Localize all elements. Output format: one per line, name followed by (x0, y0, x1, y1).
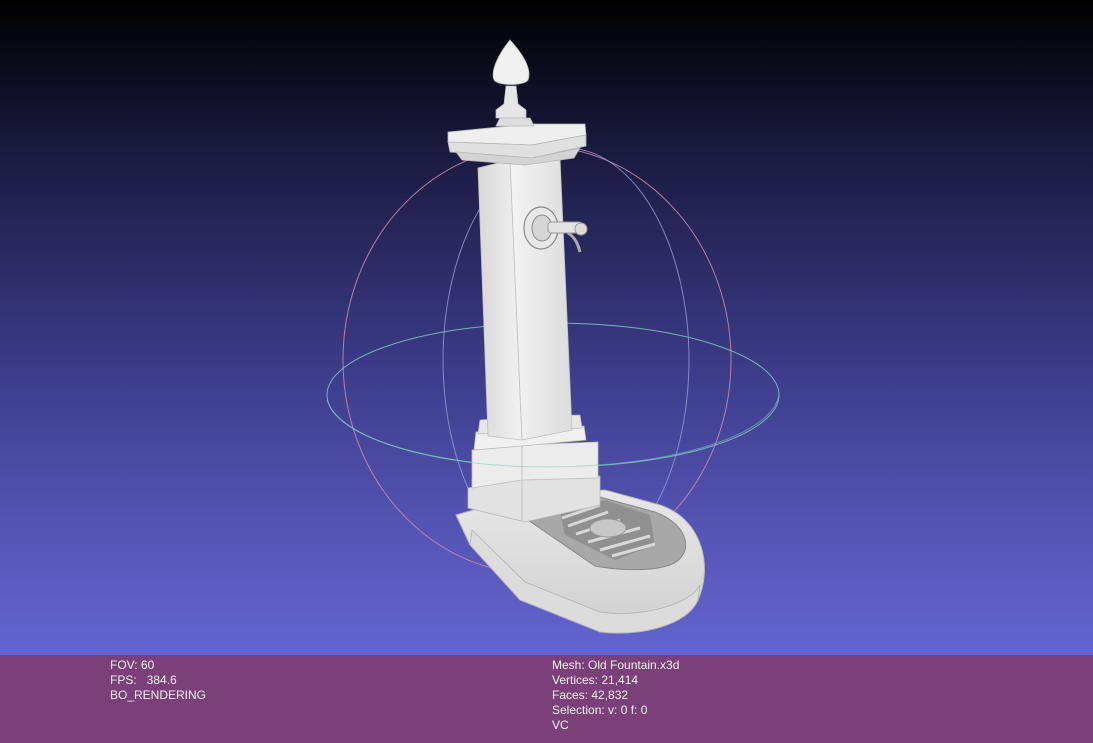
fountain-model (447, 39, 705, 634)
mesh-info: Mesh: Old Fountain.x3d Vertices: 21,414 … (552, 658, 679, 733)
scene (326, 39, 780, 634)
info-bar: FOV: 60 FPS: 384.6 BO_RENDERING Mesh: Ol… (0, 655, 1093, 743)
selection-label: Selection: v: 0 f: 0 (552, 703, 648, 717)
fov-label: FOV: 60 (110, 658, 155, 672)
vertices-label: Vertices: 21,414 (552, 673, 639, 687)
3d-viewport[interactable] (0, 0, 1093, 655)
faces-label: Faces: 42,832 (552, 688, 629, 702)
vc-label: VC (552, 718, 569, 732)
finial (492, 39, 530, 85)
render-info: FOV: 60 FPS: 384.6 BO_RENDERING (110, 658, 206, 703)
mesh-name-label: Mesh: Old Fountain.x3d (552, 658, 680, 672)
drain-cover (589, 518, 627, 538)
fps-label: FPS: 384.6 (110, 673, 177, 687)
render-mode-label: BO_RENDERING (110, 688, 207, 702)
